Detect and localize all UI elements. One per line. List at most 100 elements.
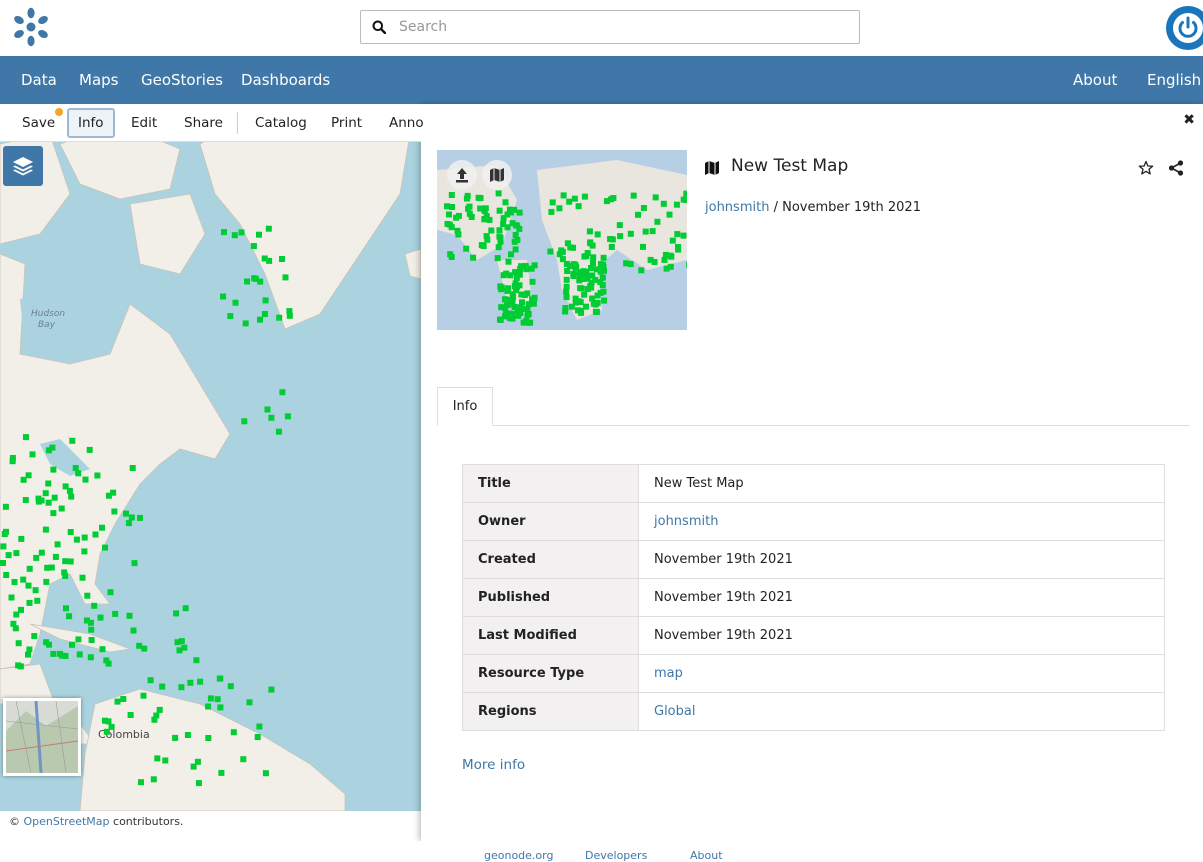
- map-feature-point: [640, 243, 646, 250]
- nav-dashboards[interactable]: Dashboards: [241, 56, 330, 104]
- map-feature-point: [466, 203, 473, 210]
- print-button[interactable]: Print: [331, 108, 362, 138]
- footer-link-developers[interactable]: Developers: [585, 849, 647, 862]
- info-value[interactable]: johnsmith: [638, 502, 1165, 541]
- info-button[interactable]: Info: [67, 108, 115, 138]
- map-feature-point: [508, 251, 514, 258]
- info-value[interactable]: Global: [638, 692, 1165, 731]
- annotations-button[interactable]: Anno: [389, 108, 424, 138]
- catalog-button[interactable]: Catalog: [255, 108, 307, 138]
- map-feature-point: [523, 318, 530, 325]
- close-icon[interactable]: ✖: [1183, 112, 1195, 128]
- map-feature-point: [15, 662, 22, 669]
- upload-thumbnail-button[interactable]: [447, 160, 477, 190]
- map-feature-point: [76, 651, 83, 658]
- map-feature-point: [627, 230, 634, 237]
- map-feature-point: [42, 490, 49, 497]
- user-menu-button[interactable]: [1166, 6, 1203, 50]
- map-feature-point: [268, 686, 275, 693]
- map-feature-point: [34, 597, 41, 604]
- map-feature-point: [455, 212, 462, 219]
- map-feature-point: [244, 278, 251, 285]
- map-icon: [490, 168, 504, 182]
- map-feature-point: [652, 194, 659, 201]
- nav-language[interactable]: English: [1147, 56, 1201, 104]
- layers-button[interactable]: [3, 146, 43, 186]
- map-feature-point: [635, 211, 641, 218]
- map-feature-point: [666, 211, 673, 218]
- map-feature-point: [131, 560, 138, 567]
- more-info-link[interactable]: More info: [462, 757, 525, 773]
- map-feature-point: [529, 278, 536, 285]
- map-feature-point: [566, 198, 573, 205]
- upload-icon: [456, 168, 468, 183]
- edit-button[interactable]: Edit: [131, 108, 157, 138]
- search-box[interactable]: [360, 10, 860, 44]
- map-feature-point: [583, 253, 590, 259]
- map-feature-point: [616, 222, 623, 229]
- map-feature-point: [608, 244, 615, 250]
- map-feature-point: [114, 698, 121, 705]
- save-button[interactable]: Save: [22, 108, 55, 138]
- map-feature-point: [276, 314, 283, 321]
- map-feature-point: [575, 298, 582, 305]
- map-feature-point: [173, 610, 180, 617]
- osm-link[interactable]: OpenStreetMap: [24, 815, 110, 828]
- info-key: Created: [462, 540, 639, 579]
- map-feature-point: [141, 645, 148, 652]
- map-feature-point: [62, 558, 69, 565]
- map-feature-point: [238, 229, 245, 236]
- map-feature-point: [587, 239, 594, 246]
- map-feature-point: [62, 483, 69, 490]
- info-key: Resource Type: [462, 654, 639, 693]
- map-feature-point: [486, 216, 493, 223]
- map-feature-point: [254, 734, 261, 740]
- map-feature-point: [568, 303, 575, 310]
- search-input[interactable]: [399, 15, 839, 39]
- map-feature-point: [31, 633, 38, 639]
- nav-data[interactable]: Data: [21, 56, 57, 104]
- map-feature-point: [446, 221, 453, 228]
- map-feature-point: [454, 227, 461, 234]
- map-feature-point: [214, 696, 221, 703]
- nav-maps[interactable]: Maps: [79, 56, 118, 104]
- map-feature-point: [13, 611, 20, 618]
- map-feature-point: [9, 455, 16, 461]
- info-key: Title: [462, 464, 639, 503]
- footer-link-about[interactable]: About: [690, 849, 723, 862]
- map-feature-point: [640, 205, 647, 211]
- map-feature-point: [607, 236, 614, 242]
- map-feature-point: [502, 199, 509, 206]
- map-feature-point: [50, 466, 57, 473]
- map-feature-point: [463, 245, 470, 252]
- map-feature-point: [67, 558, 74, 565]
- geonode-logo-icon[interactable]: [10, 6, 52, 48]
- owner-link[interactable]: johnsmith: [705, 200, 769, 215]
- map-feature-point: [88, 637, 95, 643]
- favorite-star-icon[interactable]: [1138, 160, 1154, 176]
- map-feature-point: [15, 640, 22, 647]
- footer-link-geonode[interactable]: geonode.org: [484, 849, 553, 862]
- map-feature-point: [178, 684, 185, 691]
- map-feature-point: [52, 553, 59, 560]
- map-feature-point: [496, 227, 503, 234]
- map-feature-point: [58, 505, 65, 512]
- map-feature-point: [286, 312, 293, 319]
- share-icon[interactable]: [1168, 160, 1184, 176]
- map-feature-point: [50, 650, 57, 657]
- nav-about[interactable]: About: [1073, 56, 1117, 104]
- map-feature-point: [190, 763, 197, 770]
- map-feature-point: [159, 683, 166, 690]
- map-feature-point: [581, 193, 588, 200]
- map-thumbnail-button[interactable]: [482, 160, 512, 190]
- map-feature-point: [22, 497, 29, 503]
- map-feature-point: [86, 446, 93, 453]
- tab-info[interactable]: Info: [437, 387, 493, 426]
- map-feature-point: [51, 494, 58, 501]
- map-feature-point: [97, 614, 104, 621]
- background-selector[interactable]: [3, 698, 81, 776]
- nav-geostories[interactable]: GeoStories: [141, 56, 223, 104]
- map-feature-point: [42, 526, 49, 533]
- share-button[interactable]: Share: [184, 108, 223, 138]
- info-value[interactable]: map: [638, 654, 1165, 693]
